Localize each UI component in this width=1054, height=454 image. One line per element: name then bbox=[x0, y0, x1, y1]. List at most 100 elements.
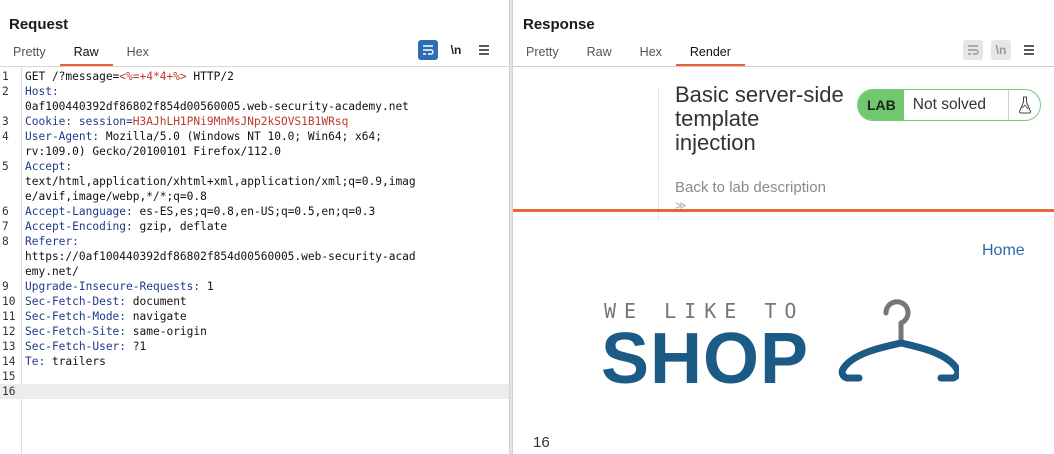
code-token: https://0af100440392df86802f854d00560005… bbox=[25, 250, 416, 263]
editor-line: 7 Accept-Encoding: gzip, deflate bbox=[0, 219, 509, 234]
editor-line: 8 Referer: bbox=[0, 234, 509, 249]
editor-line: 4 User-Agent: Mozilla/5.0 (Windows NT 10.… bbox=[0, 129, 509, 144]
flask-icon bbox=[1008, 90, 1040, 120]
editor-line: e/avif,image/webp,*/*;q=0.8 bbox=[0, 189, 509, 204]
line-code: 0af100440392df86802f854d00560005.web-sec… bbox=[25, 99, 409, 114]
wrap-lines-icon[interactable] bbox=[963, 40, 983, 60]
line-code: text/html,application/xhtml+xml,applicat… bbox=[25, 174, 416, 189]
code-token: Sec-Fetch-Dest: bbox=[25, 295, 127, 308]
line-code: Upgrade-Insecure-Requests: 1 bbox=[25, 279, 214, 294]
line-code: emy.net/ bbox=[25, 264, 79, 279]
code-token: same-origin bbox=[126, 325, 207, 338]
line-number: 2 bbox=[2, 85, 9, 98]
shop-logo: WE LIKE TO SHOP bbox=[601, 299, 961, 399]
code-token: emy.net/ bbox=[25, 265, 79, 278]
lab-status-widget: LAB Not solved bbox=[857, 89, 1041, 121]
code-token: text/html,application/xhtml+xml,applicat… bbox=[25, 175, 416, 188]
banner-divider bbox=[658, 89, 659, 221]
home-link[interactable]: Home bbox=[982, 242, 1025, 260]
hamburger-menu-icon[interactable] bbox=[1019, 40, 1039, 60]
line-number: 12 bbox=[2, 325, 16, 338]
code-token: <%=+4*4+%> bbox=[119, 70, 187, 83]
code-token: document bbox=[126, 295, 187, 308]
newline-toggle-button[interactable]: \n bbox=[446, 40, 466, 60]
request-tab-hex[interactable]: Hex bbox=[113, 42, 163, 66]
line-code: Accept-Encoding: gzip, deflate bbox=[25, 219, 227, 234]
editor-line: 14 Te: trailers bbox=[0, 354, 509, 369]
lab-status-text: Not solved bbox=[912, 96, 987, 113]
line-code: User-Agent: Mozilla/5.0 (Windows NT 10.0… bbox=[25, 129, 382, 144]
response-tabs: Pretty Raw Hex Render bbox=[513, 42, 745, 66]
newline-toggle-button[interactable]: \n bbox=[991, 40, 1011, 60]
code-token: Mozilla/5.0 (Windows NT 10.0; Win64; x64… bbox=[99, 130, 382, 143]
code-token: 1 bbox=[200, 280, 214, 293]
line-code: e/avif,image/webp,*/*;q=0.8 bbox=[25, 189, 207, 204]
line-code: Referer: bbox=[25, 234, 79, 249]
response-title: Response bbox=[523, 16, 595, 33]
banner-accent-bar bbox=[513, 209, 1054, 212]
code-token: HTTP/2 bbox=[186, 70, 234, 83]
code-token: e/avif,image/webp,*/*;q=0.8 bbox=[25, 190, 207, 203]
editor-line: rv:109.0) Gecko/20100101 Firefox/112.0 bbox=[0, 144, 509, 159]
line-code: GET /?message=<%=+4*4+%> HTTP/2 bbox=[25, 69, 234, 84]
code-token: GET /?message= bbox=[25, 70, 120, 83]
rendered-page: Basic server-side template injection Bac… bbox=[513, 66, 1054, 454]
editor-line: 12 Sec-Fetch-Site: same-origin bbox=[0, 324, 509, 339]
line-number: 16 bbox=[2, 385, 16, 398]
back-to-lab-link[interactable]: Back to lab description bbox=[675, 179, 826, 196]
editor-line: 16 bbox=[0, 384, 509, 399]
request-tab-pretty[interactable]: Pretty bbox=[0, 42, 60, 66]
code-token: Accept-Language: bbox=[25, 205, 133, 218]
code-token: Sec-Fetch-Site: bbox=[25, 325, 127, 338]
line-code: Sec-Fetch-Dest: document bbox=[25, 294, 187, 309]
code-token: H3AJhLH1PNi9MnMsJNp2kSOVS1B1WRsq bbox=[132, 115, 349, 128]
logo-shop-text: SHOP bbox=[601, 319, 810, 399]
response-tab-hex[interactable]: Hex bbox=[626, 42, 676, 66]
line-number: 10 bbox=[2, 295, 16, 308]
code-token: rv:109.0) Gecko/20100101 Firefox/112.0 bbox=[25, 145, 281, 158]
code-token: ?1 bbox=[126, 340, 147, 353]
editor-line: 11 Sec-Fetch-Mode: navigate bbox=[0, 309, 509, 324]
response-tab-pretty[interactable]: Pretty bbox=[513, 42, 573, 66]
line-number: 8 bbox=[2, 235, 9, 248]
code-token: Referer: bbox=[25, 235, 79, 248]
line-code: Sec-Fetch-Mode: navigate bbox=[25, 309, 187, 324]
hamburger-menu-icon[interactable] bbox=[474, 40, 494, 60]
lab-title: Basic server-side template injection bbox=[675, 82, 844, 155]
line-number: 15 bbox=[2, 370, 16, 383]
line-code: Accept: bbox=[25, 159, 72, 174]
response-pane: Response Pretty Raw Hex Render \n Basic … bbox=[513, 0, 1054, 454]
editor-line: 15 bbox=[0, 369, 509, 384]
editor-line: 1 GET /?message=<%=+4*4+%> HTTP/2 bbox=[0, 69, 509, 84]
line-number: 13 bbox=[2, 340, 16, 353]
code-token: Sec-Fetch-User: bbox=[25, 340, 127, 353]
editor-line: 10 Sec-Fetch-Dest: document bbox=[0, 294, 509, 309]
code-token: session= bbox=[78, 115, 133, 128]
line-number: 14 bbox=[2, 355, 16, 368]
editor-line: 6 Accept-Language: es-ES,es;q=0.8,en-US;q… bbox=[0, 204, 509, 219]
response-tab-render[interactable]: Render bbox=[675, 42, 745, 66]
line-code: Te: trailers bbox=[25, 354, 106, 369]
request-title: Request bbox=[9, 16, 69, 33]
line-code: rv:109.0) Gecko/20100101 Firefox/112.0 bbox=[25, 144, 281, 159]
line-number: 6 bbox=[2, 205, 9, 218]
editor-line: 9 Upgrade-Insecure-Requests: 1 bbox=[0, 279, 509, 294]
code-token: Te: bbox=[25, 355, 46, 368]
line-code: Accept-Language: es-ES,es;q=0.8,en-US;q=… bbox=[25, 204, 375, 219]
editor-line: 13 Sec-Fetch-User: ?1 bbox=[0, 339, 509, 354]
editor-line: https://0af100440392df86802f854d00560005… bbox=[0, 249, 509, 264]
request-editor[interactable]: 1 GET /?message=<%=+4*4+%> HTTP/2 2 Host: 0a… bbox=[0, 66, 509, 454]
editor-line: 2 Host: bbox=[0, 84, 509, 99]
response-tab-raw[interactable]: Raw bbox=[573, 42, 626, 66]
line-code: Host: bbox=[25, 84, 59, 99]
editor-line: text/html,application/xhtml+xml,applicat… bbox=[0, 174, 509, 189]
request-tabs: Pretty Raw Hex bbox=[0, 42, 163, 66]
code-token: Accept: bbox=[25, 160, 73, 173]
line-number: 9 bbox=[2, 280, 9, 293]
line-code: Sec-Fetch-User: ?1 bbox=[25, 339, 146, 354]
code-token: gzip, deflate bbox=[132, 220, 228, 233]
request-tab-raw[interactable]: Raw bbox=[59, 42, 113, 66]
line-code: Cookie: session=H3AJhLH1PNi9MnMsJNp2kSOV… bbox=[25, 114, 348, 129]
line-number: 7 bbox=[2, 220, 9, 233]
wrap-lines-icon[interactable] bbox=[418, 40, 438, 60]
